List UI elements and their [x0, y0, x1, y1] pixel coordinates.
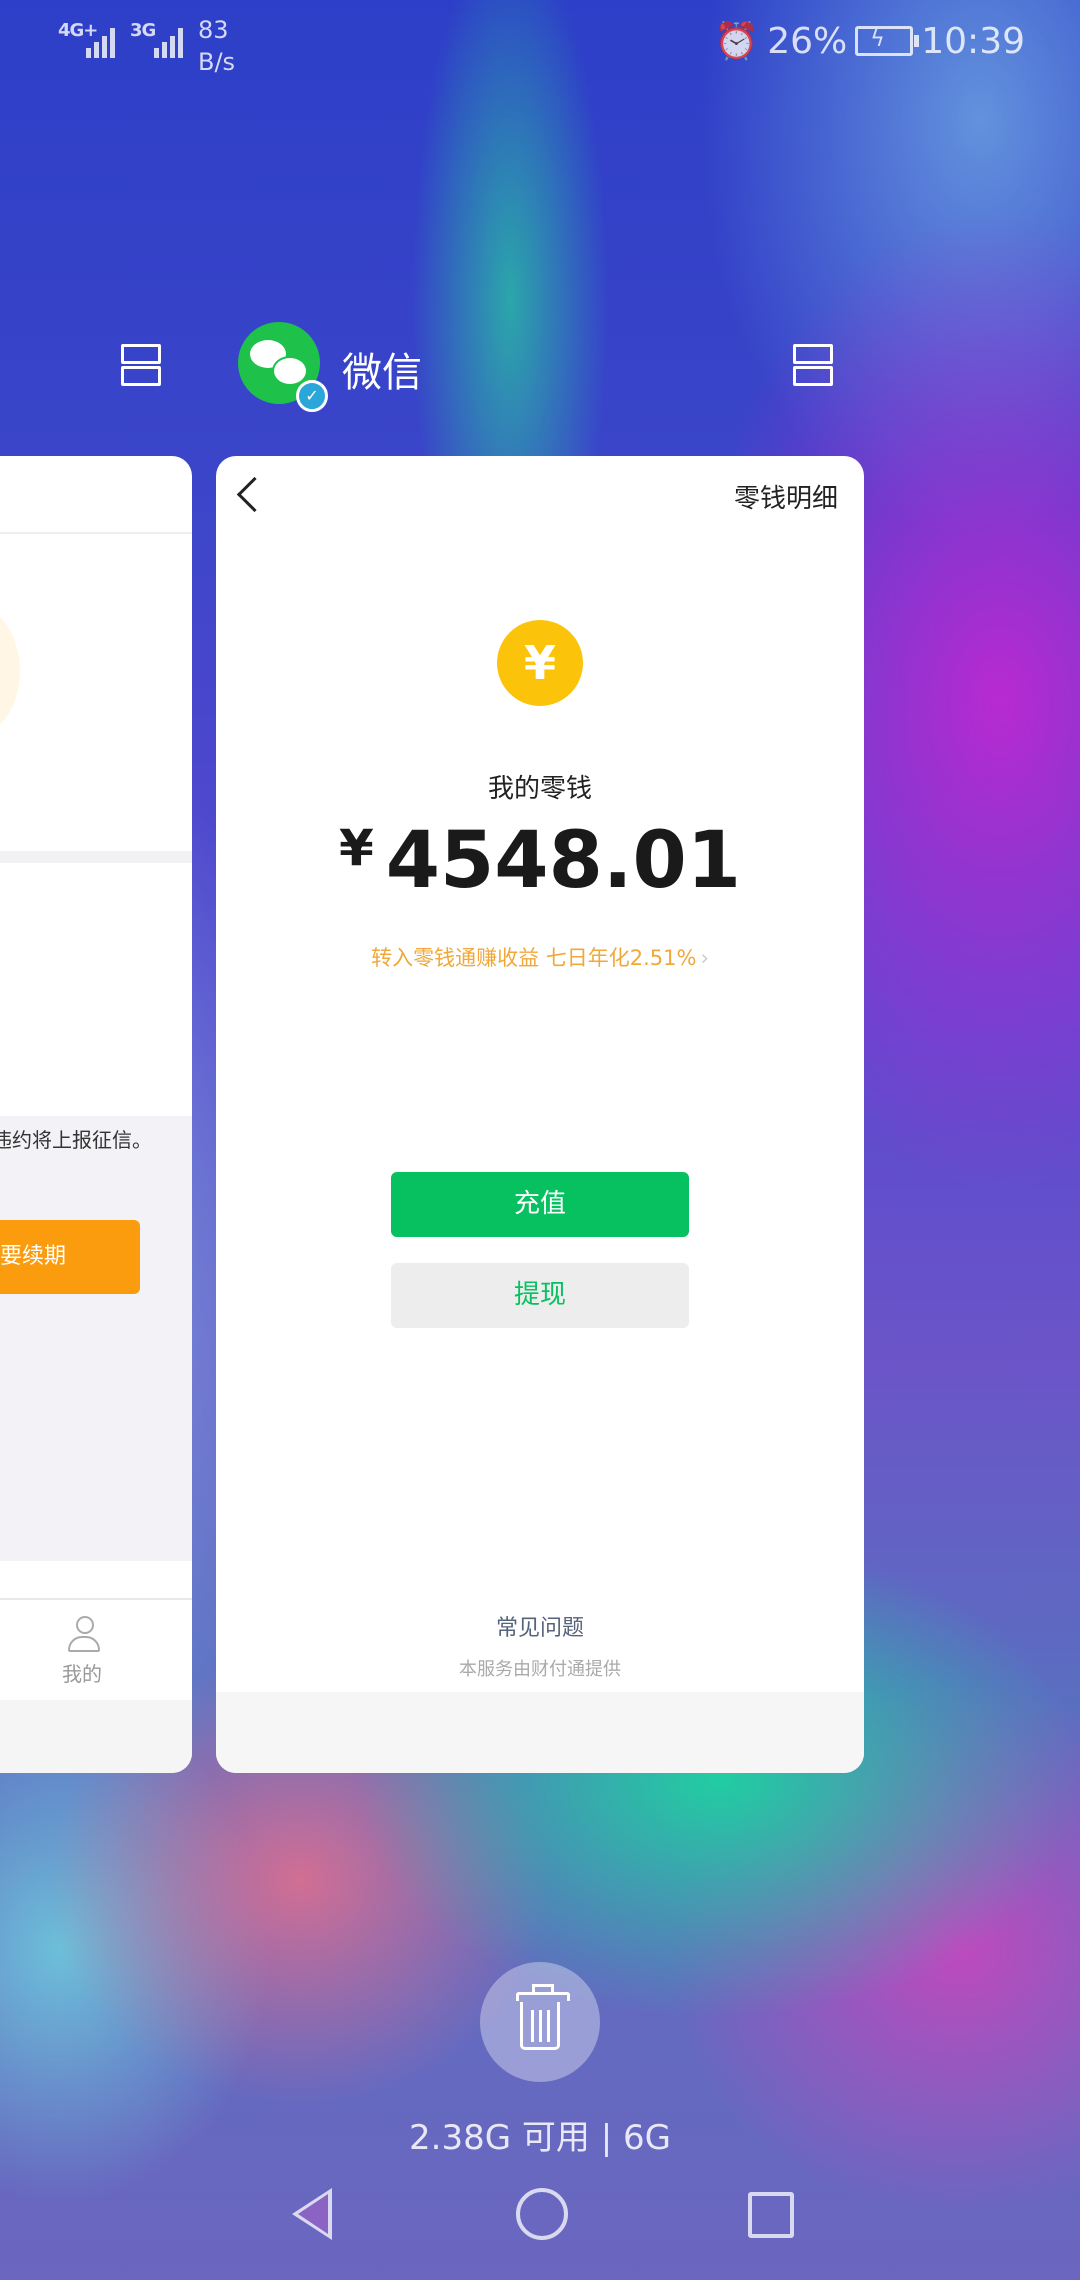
sim2-signal-icon — [154, 28, 183, 58]
nav-back-icon[interactable] — [292, 2188, 332, 2240]
status-bar: 4G+ 3G 83 B/s ⏰ 26% ϟ 10:39 — [0, 0, 1080, 100]
sim1-signal-icon — [86, 28, 115, 58]
split-screen-icon-right[interactable] — [793, 344, 833, 386]
coin-icon: ¥ — [497, 620, 583, 706]
recent-app-card-left[interactable]: 违约将上报征信。 要续期 我的 — [0, 456, 192, 1773]
notice-panel — [0, 1116, 192, 1561]
split-screen-icon-left[interactable] — [121, 344, 161, 386]
nav-home-icon[interactable] — [516, 2188, 568, 2240]
network-speed: 83 B/s — [198, 14, 235, 78]
recents-app-header: ✓ 微信 — [0, 322, 1080, 412]
promo-text: 转入零钱通赚收益 七日年化2.51% — [371, 946, 697, 970]
amount-value: 4548.01 — [385, 816, 742, 906]
alarm-icon: ⏰ — [714, 21, 760, 62]
battery-percent: 26% — [767, 20, 848, 62]
tab-me-label[interactable]: 我的 — [62, 1658, 102, 1687]
balance-detail-link[interactable]: 零钱明细 — [734, 478, 838, 515]
clock: 10:39 — [921, 20, 1025, 62]
withdraw-button[interactable]: 提现 — [391, 1263, 689, 1328]
recent-app-card-wechat[interactable]: 零钱明细 ¥ 我的零钱 ¥4548.01 转入零钱通赚收益 七日年化2.51% ›… — [216, 456, 864, 1773]
balance-amount: ¥4548.01 — [216, 816, 864, 906]
bottom-tab-bar: 我的 — [0, 1598, 192, 1700]
sim2-network-type: 3G — [130, 20, 156, 41]
balance-label: 我的零钱 — [487, 774, 592, 804]
renew-button[interactable]: 要续期 — [0, 1220, 140, 1294]
section-separator — [0, 851, 192, 863]
card-footer — [0, 1700, 192, 1773]
memory-usage: 2.38G 可用 | 6G — [409, 2118, 671, 2158]
nav-recents-icon[interactable] — [748, 2192, 794, 2238]
faq-link[interactable]: 常见问题 — [216, 1610, 864, 1642]
network-speed-unit: B/s — [198, 48, 236, 76]
notice-text: 违约将上报征信。 — [0, 1128, 152, 1152]
trash-icon-bin — [520, 2002, 560, 2050]
decorative-circle — [0, 601, 20, 741]
security-check-icon: ✓ — [296, 380, 328, 412]
app-name: 微信 — [342, 350, 422, 396]
back-icon[interactable] — [236, 476, 273, 513]
recharge-button[interactable]: 充值 — [391, 1172, 689, 1237]
card-footer — [216, 1692, 864, 1773]
person-icon[interactable] — [68, 1616, 100, 1652]
battery-charging-icon: ϟ — [855, 26, 920, 56]
network-speed-value: 83 — [198, 16, 229, 44]
lingqiantong-promo-link[interactable]: 转入零钱通赚收益 七日年化2.51% › — [216, 942, 864, 972]
currency-symbol: ¥ — [338, 819, 374, 877]
status-right: ⏰ 26% ϟ 10:39 — [714, 20, 1025, 63]
divider — [0, 532, 192, 534]
service-provider-text: 本服务由财付通提供 — [459, 1659, 621, 1680]
clear-all-button[interactable] — [480, 1962, 600, 2082]
chevron-right-icon: › — [700, 946, 709, 970]
trash-icon-lid — [516, 1992, 570, 2001]
